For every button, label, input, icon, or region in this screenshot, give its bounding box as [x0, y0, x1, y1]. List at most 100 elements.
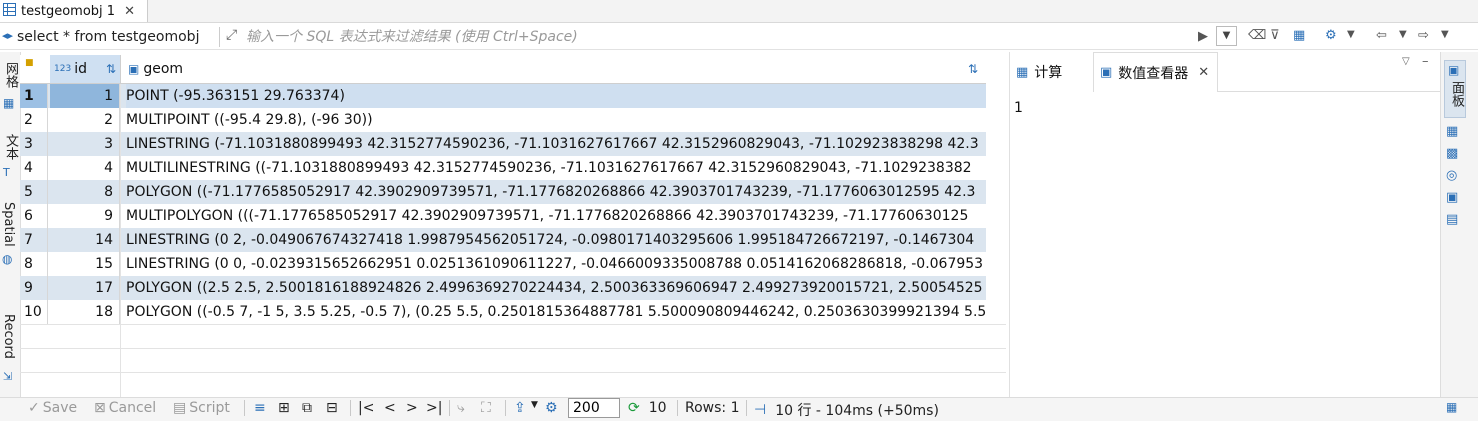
sort-icon[interactable]: ⇅ [106, 62, 116, 76]
editor-tab[interactable]: testgeomobj 1 ✕ [0, 0, 148, 22]
table-row[interactable]: 9 17 POLYGON ((2.5 2.5, 2.5001816188924826… [20, 276, 986, 300]
table-row[interactable]: 5 8 POLYGON ((-71.1776585052917 42.3902909… [20, 180, 986, 204]
refresh-button[interactable]: ⟳ 10 [628, 400, 667, 416]
last-page-icon[interactable]: >| [426, 400, 442, 416]
fullscreen-icon[interactable]: ⛶ [481, 400, 491, 416]
next-page-icon[interactable]: > [406, 400, 418, 416]
cell-geom[interactable]: LINESTRING (-71.1031880899493 42.3152774… [126, 132, 986, 156]
row-number[interactable]: 5 [20, 180, 48, 204]
value-display[interactable]: 1 [1014, 100, 1023, 116]
cell-geom[interactable]: MULTIPOLYGON (((-71.1776585052917 42.390… [126, 204, 986, 228]
delete-row-icon[interactable]: ⊟ [326, 400, 338, 416]
row-number[interactable]: 9 [20, 276, 48, 300]
tab-value-viewer[interactable]: ▣ 数值查看器 ✕ [1093, 52, 1218, 92]
cell-geom[interactable]: POINT (-95.363151 29.763374) [126, 84, 986, 108]
table-row[interactable]: 7 14 LINESTRING (0 2, -0.049067674327418 1… [20, 228, 986, 252]
cell-id[interactable]: 17 [50, 276, 120, 300]
cell-geom[interactable]: LINESTRING (0 0, -0.0239315652662951 0.0… [126, 252, 986, 276]
row-number[interactable]: 3 [20, 132, 48, 156]
grid-view-tab[interactable]: 网格 [1, 62, 20, 88]
panels-icon[interactable]: ⚙ [1325, 28, 1337, 43]
grid-line [20, 372, 1006, 373]
cell-geom[interactable]: MULTILINESTRING ((-71.1031880899493 42.3… [126, 156, 986, 180]
panel-strip: ▣ 面板 ▦ ▩ ◎ ▣ ▤ ▦ [1440, 52, 1478, 420]
edit-row-icon[interactable]: ≡ [254, 400, 266, 416]
tab-calculate[interactable]: ▦ 计算 [1016, 52, 1092, 92]
cell-id[interactable]: 1 [50, 84, 120, 108]
sort-filter-icon[interactable]: ⇅ [968, 62, 978, 76]
table-row[interactable]: 10 18 POLYGON ((-0.5 7, -1 5, 3.5 5.25, -0… [20, 300, 986, 324]
table-row[interactable]: 3 3 LINESTRING (-71.1031880899493 42.31527… [20, 132, 986, 156]
row-number[interactable]: 8 [20, 252, 48, 276]
add-row-icon[interactable]: ⊞ [278, 400, 290, 416]
chevron-down-icon[interactable]: ▼ [1399, 29, 1407, 40]
chevron-down-icon[interactable]: ▽ [1402, 56, 1410, 67]
grid-icon[interactable]: ▩ [1446, 146, 1458, 161]
column-header-id[interactable]: 123 id ⇅ [50, 55, 121, 83]
filter-input[interactable] [246, 27, 1212, 47]
statistics-icon: ⊣ [754, 402, 767, 418]
cell-id[interactable]: 15 [50, 252, 120, 276]
cell-geom[interactable]: MULTIPOINT ((-95.4 29.8), (-96 30)) [126, 108, 986, 132]
play-icon[interactable]: ▶ [1198, 29, 1208, 44]
calculator-icon[interactable]: ▦ [1446, 124, 1458, 139]
cell-id[interactable]: 2 [50, 108, 120, 132]
chevron-down-icon[interactable]: ▼ [1347, 29, 1355, 40]
spatial-view-tab[interactable]: Spatial [1, 202, 16, 247]
copy-row-icon[interactable]: ⧉ [302, 400, 312, 416]
cell-geom[interactable]: POLYGON ((2.5 2.5, 2.5001816188924826 2.… [126, 276, 986, 300]
chevron-down-icon[interactable]: ▼ [1441, 29, 1449, 40]
filter-history-dropdown[interactable]: ▼ [1216, 26, 1237, 46]
export-icon[interactable]: ⇪ [514, 400, 526, 416]
layout-icon[interactable]: ▤ [1446, 212, 1458, 227]
expand-icon[interactable]: ⤢ [226, 27, 237, 43]
fetch-size-input[interactable] [568, 398, 620, 418]
filter-clear-icon[interactable]: ⊽ [1270, 28, 1280, 43]
close-icon[interactable]: ✕ [124, 4, 135, 19]
table-row[interactable]: 2 2 MULTIPOINT ((-95.4 29.8), (-96 30)) [20, 108, 986, 132]
cell-id[interactable]: 8 [50, 180, 120, 204]
minimize-icon[interactable]: – [1422, 54, 1429, 69]
back-icon[interactable]: ⇦ [1376, 28, 1387, 43]
gear-icon[interactable]: ⚙ [545, 400, 558, 416]
table-row[interactable]: 1 1 POINT (-95.363151 29.763374) [20, 84, 986, 108]
row-number[interactable]: 2 [20, 108, 48, 132]
row-number[interactable]: 6 [20, 204, 48, 228]
cell-id[interactable]: 3 [50, 132, 120, 156]
column-header-geom[interactable]: ▣ geom ⇅ [124, 55, 986, 83]
cell-id[interactable]: 18 [50, 300, 120, 324]
forward-icon[interactable]: ⇨ [1418, 28, 1429, 43]
row-number[interactable]: 1 [20, 84, 48, 108]
record-view-tab[interactable]: Record [1, 314, 16, 359]
link-icon[interactable]: ⤷ [457, 400, 465, 416]
query-text[interactable]: select * from testgeomobj [17, 29, 199, 45]
cell-geom[interactable]: POLYGON ((-0.5 7, -1 5, 3.5 5.25, -0.5 7… [126, 300, 986, 324]
text-view-tab[interactable]: 文本 [1, 134, 20, 160]
table-row[interactable]: 8 15 LINESTRING (0 0, -0.0239315652662951 … [20, 252, 986, 276]
row-number[interactable]: 4 [20, 156, 48, 180]
row-number[interactable]: 10 [20, 300, 48, 324]
panel-icon[interactable]: ▦ [1446, 400, 1457, 414]
panels-toggle[interactable]: ▣ 面板 [1444, 60, 1466, 118]
cell-id[interactable]: 9 [50, 204, 120, 228]
table-row[interactable]: 4 4 MULTILINESTRING ((-71.1031880899493 42… [20, 156, 986, 180]
circle-icon[interactable]: ◎ [1446, 168, 1457, 183]
cell-geom[interactable]: POLYGON ((-71.1776585052917 42.390290973… [126, 180, 986, 204]
cancel-button[interactable]: ⊠ Cancel [94, 400, 156, 416]
script-button[interactable]: ▤ Script [173, 400, 230, 416]
grid-header: ■ 123 id ⇅ ▣ geom ⇅ [20, 55, 986, 84]
close-icon[interactable]: ✕ [1198, 65, 1209, 80]
cell-id[interactable]: 14 [50, 228, 120, 252]
filter-settings-icon[interactable]: ▦ [1293, 28, 1305, 43]
first-page-icon[interactable]: |< [358, 400, 374, 416]
value-viewer-icon[interactable]: ▣ [1446, 190, 1458, 205]
eraser-icon[interactable]: ⌫ [1248, 28, 1266, 43]
chevron-down-icon[interactable]: ▼ [531, 400, 538, 410]
cell-id[interactable]: 4 [50, 156, 120, 180]
row-number[interactable]: 7 [20, 228, 48, 252]
save-button[interactable]: ✓ Save [28, 400, 77, 416]
cell-geom[interactable]: LINESTRING (0 2, -0.049067674327418 1.99… [126, 228, 986, 252]
column-name: geom [143, 61, 184, 77]
previous-page-icon[interactable]: < [384, 400, 396, 416]
table-row[interactable]: 6 9 MULTIPOLYGON (((-71.1776585052917 42.3… [20, 204, 986, 228]
